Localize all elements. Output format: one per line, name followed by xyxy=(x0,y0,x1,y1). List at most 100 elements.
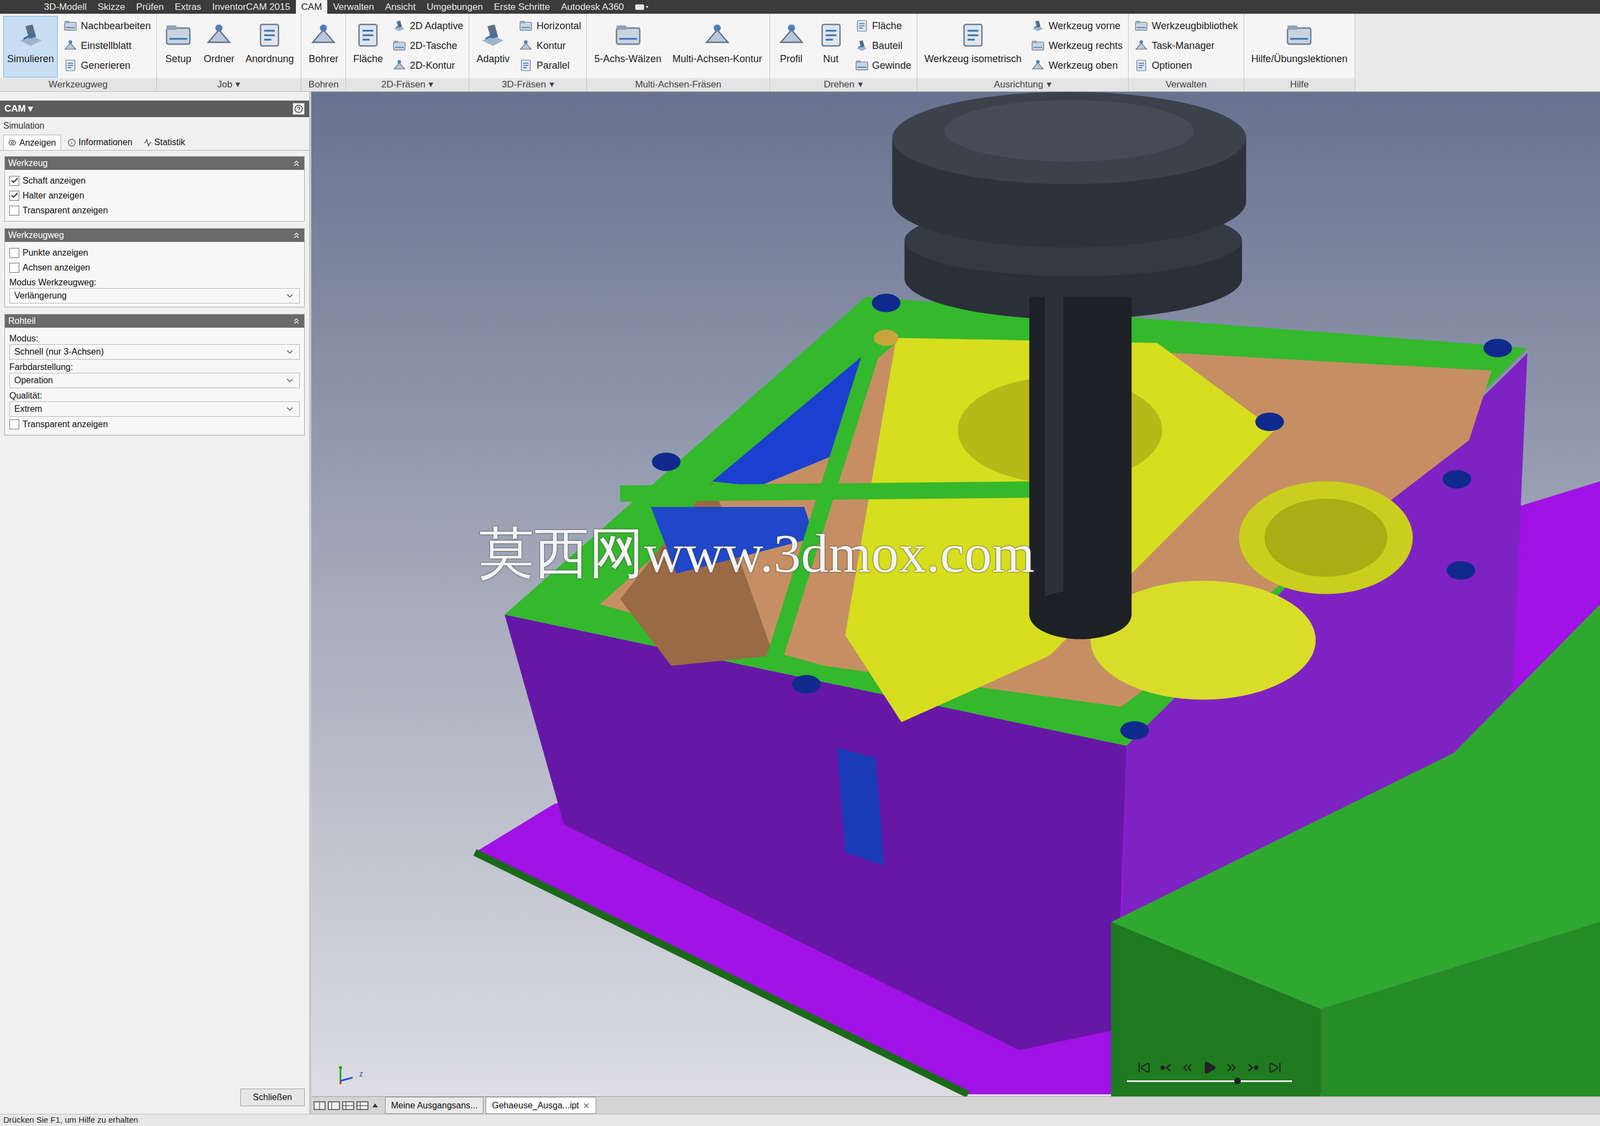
menu-tab[interactable]: Extras xyxy=(169,0,207,14)
ribbon-large-button[interactable]: Bohrer xyxy=(304,15,343,78)
checkbox-row[interactable]: Transparent anzeigen xyxy=(9,416,300,432)
ribbon-group-label[interactable]: Drehen▾ xyxy=(770,78,917,92)
ribbon-small-button[interactable]: Kontur xyxy=(516,36,584,55)
document-tab[interactable]: Gehaeuse_Ausga...ipt xyxy=(485,1097,596,1115)
checkbox-row[interactable]: Transparent anzeigen xyxy=(9,202,300,218)
ribbon-group: AdaptivHorizontalKonturParallel 3D-Fräsen… xyxy=(469,13,587,92)
panel-tab[interactable]: Anzeigen xyxy=(3,134,62,151)
ribbon-large-button[interactable]: Nut xyxy=(812,15,850,78)
ribbon-group-label[interactable]: 3D-Fräsen▾ xyxy=(469,78,587,92)
ribbon-small-button[interactable]: Nachbearbeiten xyxy=(61,17,153,35)
ribbon-small-button[interactable]: Optionen xyxy=(1131,56,1241,75)
menu-tab[interactable]: Verwalten xyxy=(327,0,380,14)
checkbox[interactable] xyxy=(9,262,20,273)
checkbox-row[interactable]: Halter anzeigen xyxy=(9,188,300,203)
ribbon-large-button[interactable]: Hilfe/Übungslektionen xyxy=(1247,15,1352,78)
document-tab[interactable]: Meine Ausgangsans... xyxy=(385,1097,484,1115)
ribbon-small-button[interactable]: Werkzeug oben xyxy=(1028,56,1125,75)
ribbon-large-button[interactable]: Simulieren xyxy=(3,15,58,78)
menu-tab[interactable]: CAM xyxy=(295,0,328,14)
next-operation-icon[interactable] xyxy=(1246,1061,1261,1075)
ribbon-small-button[interactable]: Werkzeug rechts xyxy=(1028,36,1125,55)
ribbon-large-button[interactable]: Setup xyxy=(160,15,197,78)
checkbox-row[interactable]: Achsen anzeigen xyxy=(9,260,300,276)
checkbox-row[interactable]: Schaft anzeigen xyxy=(9,173,300,189)
menu-tab[interactable]: InventorCAM 2015 xyxy=(206,0,296,14)
ribbon-large-button[interactable]: Adaptiv xyxy=(472,15,514,78)
layout-icon[interactable] xyxy=(313,1101,326,1112)
menu-tab[interactable]: Erste Schritte xyxy=(488,0,556,14)
ribbon-small-button[interactable]: 2D-Tasche xyxy=(389,36,466,55)
layout-icon[interactable] xyxy=(356,1101,369,1112)
layout-icon[interactable] xyxy=(342,1101,355,1112)
menu-tab[interactable]: Umgebungen xyxy=(421,0,489,14)
fast-forward-icon[interactable] xyxy=(1224,1060,1239,1076)
panel-tab[interactable]: Statistik xyxy=(139,134,190,151)
section-header[interactable]: Werkzeug xyxy=(4,156,305,170)
menu-tab[interactable]: Prüfen xyxy=(130,0,170,14)
ribbon-group: SimulierenNachbearbeitenEinstellblattGen… xyxy=(0,13,157,92)
first-frame-icon[interactable] xyxy=(1137,1061,1151,1075)
collapse-icon[interactable] xyxy=(292,158,301,168)
tool-icon xyxy=(816,20,846,50)
select-field[interactable]: Verlängerung xyxy=(9,288,300,304)
section-header[interactable]: Rohteil xyxy=(4,314,305,328)
collapse-icon[interactable] xyxy=(292,231,301,240)
last-frame-icon[interactable] xyxy=(1268,1061,1282,1075)
arrow-up-icon[interactable] xyxy=(370,1101,380,1111)
checkbox-row[interactable]: Punkte anzeigen xyxy=(9,245,300,261)
document-tab-bar: Meine Ausgangsans...Gehaeuse_Ausga...ipt xyxy=(311,1096,1600,1115)
section-header[interactable]: Werkzeugweg xyxy=(4,228,305,243)
ribbon-large-button[interactable]: Profil xyxy=(773,15,810,78)
checkbox[interactable] xyxy=(9,176,20,186)
ribbon-small-button[interactable]: 2D-Kontur xyxy=(389,56,466,75)
ribbon-group: BohrerBohren xyxy=(301,13,346,92)
previous-operation-icon[interactable] xyxy=(1158,1061,1173,1075)
extra-menu-icon[interactable] xyxy=(629,0,655,14)
ribbon-group-label[interactable]: 2D-Fräsen▾ xyxy=(345,78,469,92)
ribbon-small-button[interactable]: Parallel xyxy=(516,56,584,75)
ribbon-group-label[interactable]: Ausrichtung▾ xyxy=(917,78,1129,92)
menu-tab[interactable]: Ansicht xyxy=(379,0,422,14)
ribbon-group-label: Multi-Achsen-Fräsen xyxy=(586,78,769,92)
ribbon-large-button[interactable]: Ordner xyxy=(199,15,239,78)
ribbon-large-button[interactable]: 5-Achs-Wälzen xyxy=(590,15,665,78)
menu-tab[interactable]: Skizze xyxy=(91,0,131,14)
ribbon-small-button[interactable]: Gewinde xyxy=(852,56,914,75)
close-button[interactable]: Schließen xyxy=(240,1089,305,1107)
panel-tab[interactable]: Informationen xyxy=(63,134,137,151)
collapse-icon[interactable] xyxy=(292,316,301,326)
checkbox[interactable] xyxy=(9,205,20,216)
select-field[interactable]: Extrem xyxy=(9,401,300,417)
checkbox[interactable] xyxy=(9,419,20,430)
ribbon-small-button[interactable]: 2D Adaptive xyxy=(389,17,466,35)
ribbon-small-button[interactable]: Horizontal xyxy=(516,17,584,35)
ribbon-large-button[interactable]: Anordnung xyxy=(241,15,298,78)
playback-slider-thumb[interactable] xyxy=(1234,1078,1241,1085)
rewind-icon[interactable] xyxy=(1180,1060,1195,1076)
select-field[interactable]: Schnell (nur 3-Achsen) xyxy=(9,344,300,360)
menu-tab[interactable]: Autodesk A360 xyxy=(555,0,630,14)
ribbon-group-label[interactable]: Job▾ xyxy=(156,78,301,92)
checkbox[interactable] xyxy=(9,248,20,258)
ribbon-large-button[interactable]: Werkzeug isometrisch xyxy=(920,15,1026,78)
checkbox[interactable] xyxy=(9,190,20,201)
ribbon-small-button[interactable]: Task-Manager xyxy=(1131,36,1241,55)
playback-slider[interactable] xyxy=(1126,1080,1292,1083)
ribbon-small-button[interactable]: Einstellblatt xyxy=(61,36,153,55)
select-field[interactable]: Operation xyxy=(9,372,300,389)
ribbon-small-button[interactable]: Werkzeug vorne xyxy=(1028,17,1125,35)
ribbon-large-button[interactable]: Fläche xyxy=(349,15,387,78)
ribbon-small-button[interactable]: Bauteil xyxy=(852,36,914,55)
help-icon[interactable] xyxy=(294,104,304,114)
ribbon-small-button[interactable]: Fläche xyxy=(852,17,914,35)
play-icon[interactable] xyxy=(1202,1060,1217,1076)
viewport[interactable]: 莫西网www.3dmox.comz xyxy=(311,91,1600,1097)
close-tab-icon[interactable] xyxy=(582,1102,591,1110)
panel-header[interactable]: CAM ▾ xyxy=(0,100,310,118)
ribbon-large-button[interactable]: Multi-Achsen-Kontur xyxy=(668,15,767,78)
ribbon-small-button[interactable]: Werkzeugbibliothek xyxy=(1131,17,1241,35)
menu-tab[interactable]: 3D-Modell xyxy=(38,0,92,14)
layout-icon[interactable] xyxy=(327,1101,340,1112)
ribbon-small-button[interactable]: Generieren xyxy=(61,56,153,75)
